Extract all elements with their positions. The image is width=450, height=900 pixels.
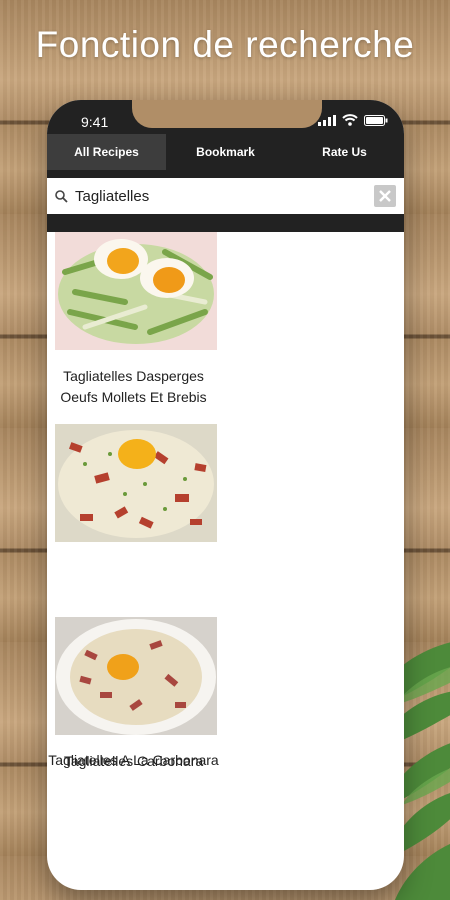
status-icons bbox=[318, 114, 388, 126]
recipe-title: Tagliatelles Dasperges Oeufs Mollets Et … bbox=[60, 368, 207, 405]
battery-icon bbox=[364, 114, 388, 126]
app-header: 9:41 All Recipes Bookmark Rate Us Taglia… bbox=[47, 100, 404, 232]
recipe-image bbox=[55, 424, 217, 542]
tab-all-recipes[interactable]: All Recipes bbox=[47, 134, 166, 170]
search-input[interactable]: Tagliatelles bbox=[75, 188, 374, 205]
tab-bar: All Recipes Bookmark Rate Us bbox=[47, 134, 404, 170]
tab-bookmark[interactable]: Bookmark bbox=[166, 134, 285, 170]
tab-rate-us[interactable]: Rate Us bbox=[285, 134, 404, 170]
recipe-image bbox=[55, 617, 217, 735]
clear-search-button[interactable] bbox=[374, 185, 396, 207]
status-time: 9:41 bbox=[81, 114, 109, 130]
phone-notch bbox=[132, 100, 322, 128]
signal-icon bbox=[318, 114, 336, 126]
wifi-icon bbox=[342, 114, 358, 126]
recipe-image bbox=[55, 232, 217, 350]
close-icon bbox=[379, 190, 391, 202]
phone-frame: 9:41 All Recipes Bookmark Rate Us Taglia… bbox=[47, 100, 404, 890]
page-headline: Fonction de recherche bbox=[35, 24, 415, 65]
search-icon bbox=[47, 189, 75, 203]
recipe-title: Tagliatelles Carbonara bbox=[63, 753, 204, 769]
search-bar: Tagliatelles bbox=[47, 178, 404, 214]
